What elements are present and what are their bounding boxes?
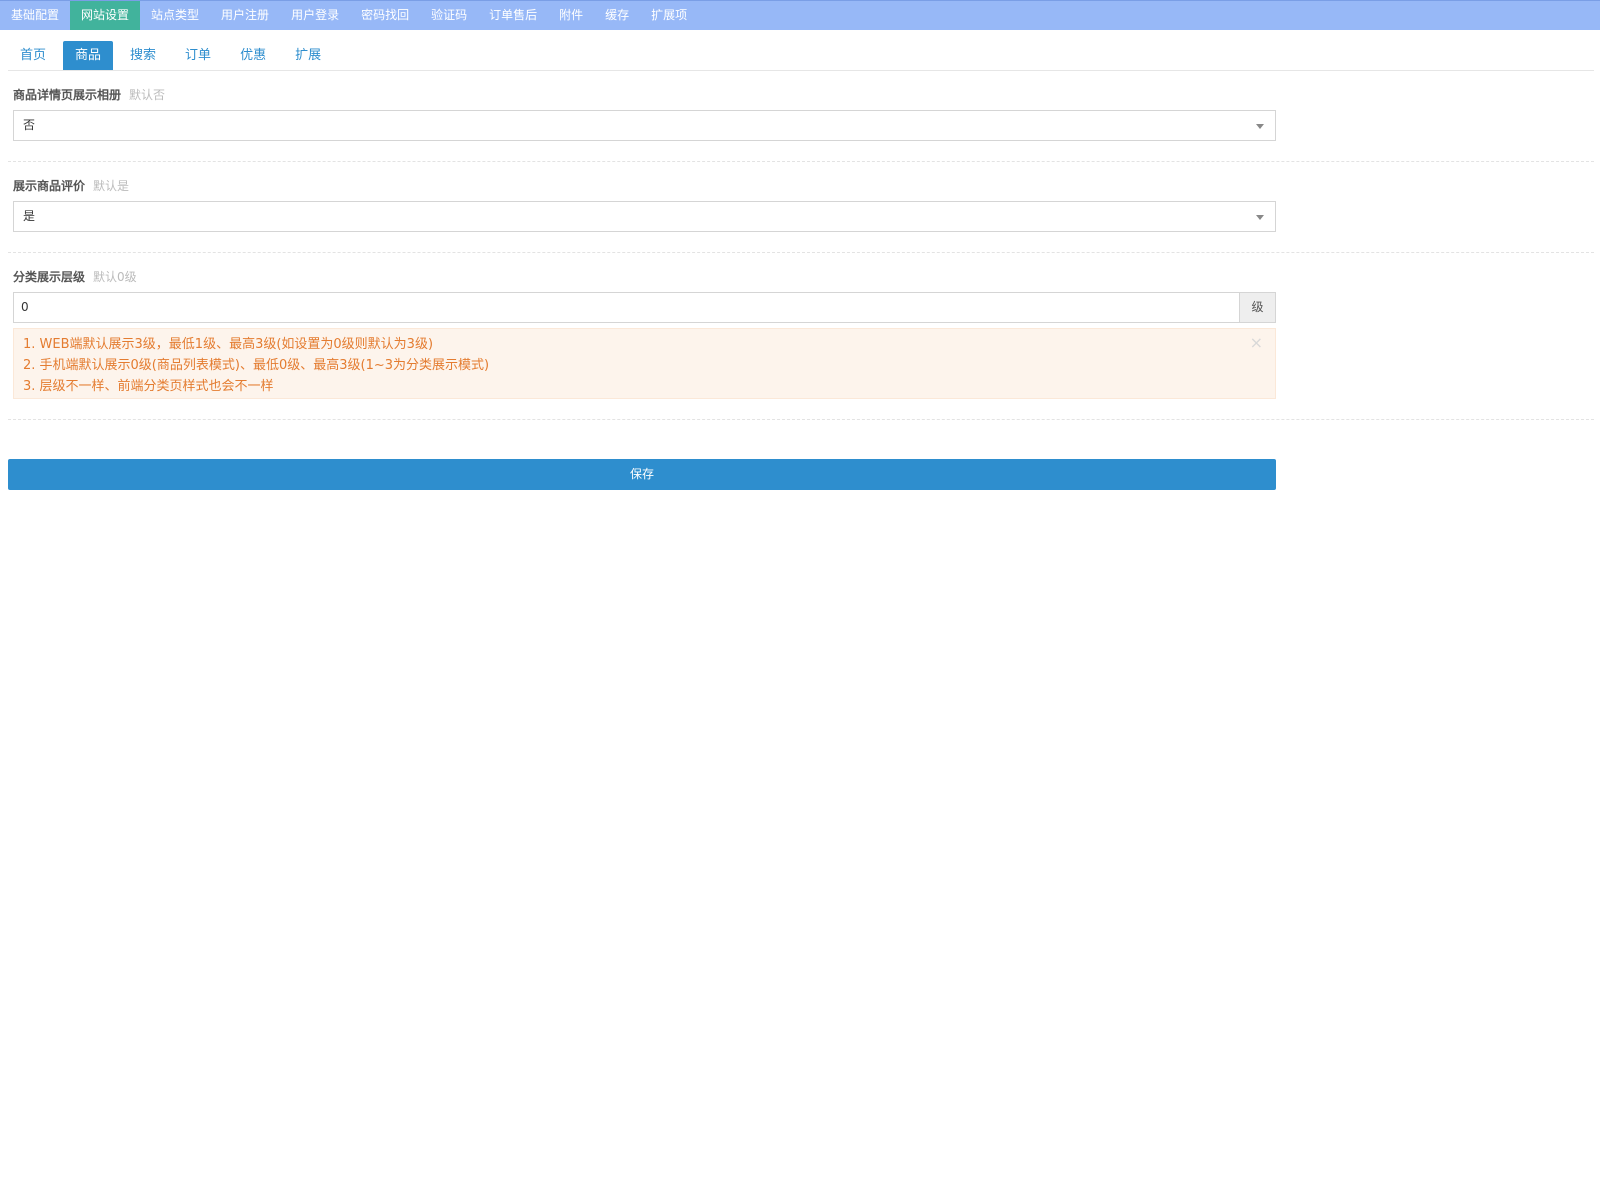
album-hint: 默认否: [129, 88, 166, 102]
comments-label: 展示商品评价 默认是: [13, 177, 1276, 195]
divider: [8, 161, 1594, 162]
category-level-hint: 默认0级: [93, 270, 137, 284]
comments-label-text: 展示商品评价: [13, 179, 86, 193]
nav-item-attachment[interactable]: 附件: [548, 1, 594, 30]
category-level-label-text: 分类展示层级: [13, 270, 86, 284]
category-level-field-group: 分类展示层级 默认0级 0 级 1. WEB端默认展示3级，最低1级、最高3级(如…: [13, 268, 1276, 399]
tab-extension[interactable]: 扩展: [283, 41, 333, 70]
divider: [8, 252, 1594, 253]
save-button[interactable]: 保存: [8, 459, 1276, 490]
tab-order[interactable]: 订单: [173, 41, 223, 70]
comments-field-group: 展示商品评价 默认是 是: [13, 177, 1276, 232]
category-level-input[interactable]: 0: [13, 292, 1239, 323]
nav-item-after-sales[interactable]: 订单售后: [478, 1, 548, 30]
category-level-input-group: 0 级: [13, 292, 1276, 323]
nav-item-extensions[interactable]: 扩展项: [640, 1, 698, 30]
album-select[interactable]: 否: [13, 110, 1276, 141]
comments-hint: 默认是: [93, 179, 130, 193]
tip-line-3: 3. 层级不一样、前端分类页样式也会不一样: [23, 379, 274, 394]
tab-goods[interactable]: 商品: [63, 41, 114, 70]
category-level-tips: 1. WEB端默认展示3级，最低1级、最高3级(如设置为0级则默认为3级) 2.…: [13, 328, 1276, 399]
comments-select-value: 是: [23, 209, 36, 223]
album-field-group: 商品详情页展示相册 默认否 否: [13, 86, 1276, 141]
tip-line-2: 2. 手机端默认展示0级(商品列表模式)、最低0级、最高3级(1~3为分类展示模…: [23, 358, 490, 373]
nav-item-user-login[interactable]: 用户登录: [280, 1, 350, 30]
nav-item-captcha[interactable]: 验证码: [420, 1, 478, 30]
tab-search[interactable]: 搜索: [118, 41, 168, 70]
nav-item-cache[interactable]: 缓存: [594, 1, 640, 30]
album-label: 商品详情页展示相册 默认否: [13, 86, 1276, 104]
top-nav: 基础配置 网站设置 站点类型 用户注册 用户登录 密码找回 验证码 订单售后 附…: [0, 0, 1600, 30]
nav-item-site-type[interactable]: 站点类型: [140, 1, 210, 30]
sub-tabs: 首页 商品 搜索 订单 优惠 扩展: [8, 41, 1594, 71]
category-level-unit: 级: [1239, 292, 1276, 323]
close-icon[interactable]: ×: [1250, 334, 1263, 352]
nav-item-user-register[interactable]: 用户注册: [210, 1, 280, 30]
nav-item-basic-config[interactable]: 基础配置: [0, 1, 70, 30]
tip-line-1: 1. WEB端默认展示3级，最低1级、最高3级(如设置为0级则默认为3级): [23, 337, 434, 352]
album-label-text: 商品详情页展示相册: [13, 88, 122, 102]
album-select-value: 否: [23, 118, 36, 132]
divider: [8, 419, 1594, 420]
tab-discount[interactable]: 优惠: [228, 41, 278, 70]
chevron-down-icon: [1256, 124, 1264, 129]
nav-item-password-recovery[interactable]: 密码找回: [350, 1, 420, 30]
category-level-label: 分类展示层级 默认0级: [13, 268, 1276, 286]
chevron-down-icon: [1256, 215, 1264, 220]
tab-home[interactable]: 首页: [8, 41, 58, 70]
nav-item-site-settings[interactable]: 网站设置: [70, 1, 141, 30]
comments-select[interactable]: 是: [13, 201, 1276, 232]
